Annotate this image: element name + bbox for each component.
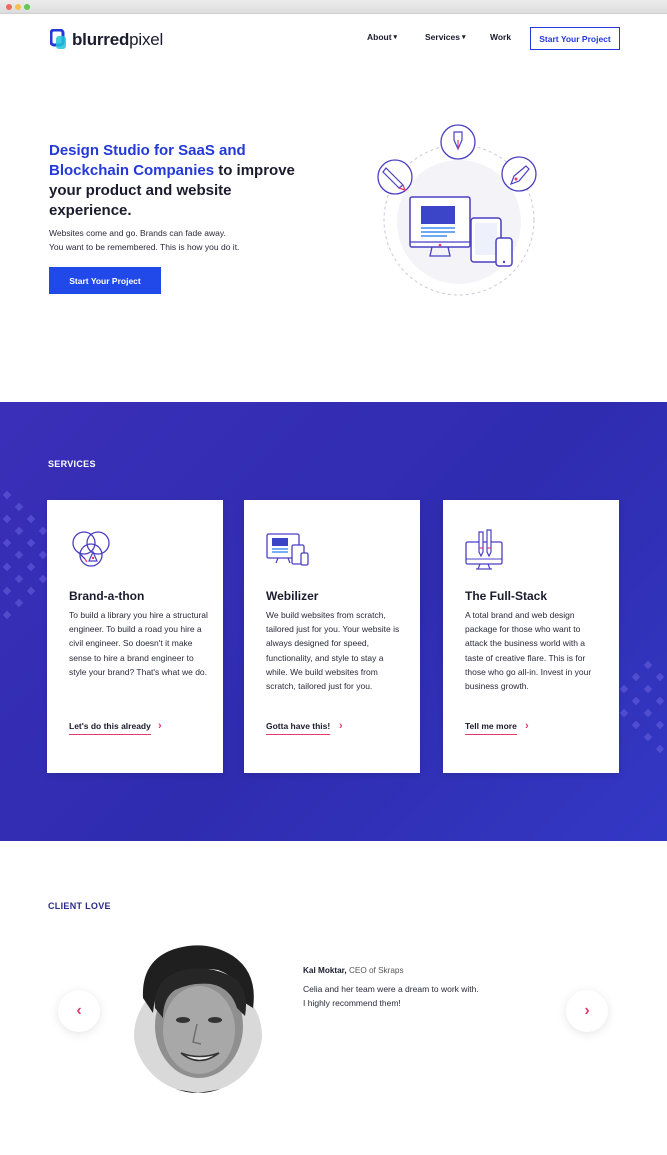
nav-work[interactable]: Work [490, 32, 511, 42]
chevron-right-icon: › [584, 1002, 590, 1019]
chevron-right-icon[interactable]: › [339, 721, 343, 732]
quote-line: Celia and her team were a dream to work … [303, 984, 479, 994]
card-description: To build a library you hire a structural… [69, 610, 208, 677]
card-title: Webilizer [266, 589, 319, 603]
service-card-brand-a-thon: Brand-a-thon To build a library you hire… [47, 500, 223, 773]
window-maximize-icon[interactable] [24, 4, 30, 10]
services-section: SERVICES Brand-a-thon To build a library… [0, 402, 667, 841]
nav-work-label: Work [490, 32, 512, 42]
card-link-full-stack[interactable]: Tell me more [465, 721, 517, 735]
hero-devices-illustration [377, 124, 537, 296]
venn-pencil-icon [72, 531, 110, 567]
logo-mark-icon [50, 29, 66, 49]
card-title: Brand-a-thon [69, 589, 145, 603]
devices-icon [266, 533, 309, 566]
hero-start-project-button[interactable]: Start Your Project [49, 267, 161, 294]
monitor-pencils-icon [465, 529, 503, 570]
hero-subtitle: Websites come and go. Brands can fade aw… [49, 227, 279, 254]
nav-about-label: About [367, 32, 392, 42]
testimonial-author: Kal Moktar, CEO of Skraps [303, 966, 404, 975]
chevron-down-icon: ▾ [461, 34, 466, 41]
client-avatar [133, 938, 263, 1093]
card-link-brand-a-thon[interactable]: Let's do this already [69, 721, 151, 735]
testimonial-prev-button[interactable]: ‹ [58, 990, 100, 1032]
browser-chrome [0, 0, 667, 14]
brand-name: blurredpixel [72, 30, 164, 49]
card-description: A total brand and web design package for… [465, 610, 592, 692]
card-title: The Full-Stack [465, 589, 548, 603]
hero-subtitle-line: Websites come and go. Brands can fade aw… [49, 228, 226, 238]
client-love-title: CLIENT LOVE [48, 901, 111, 911]
chevron-right-icon[interactable]: › [525, 721, 529, 732]
author-role: CEO of Skraps [346, 966, 404, 975]
brand-logo[interactable]: blurredpixel [50, 29, 163, 51]
nav-services-label: Services [425, 32, 460, 42]
service-card-webilizer: Webilizer We build websites from scratch… [244, 500, 420, 773]
card-link-webilizer[interactable]: Gotta have this! [266, 721, 331, 735]
quote-line: I highly recommend them! [303, 998, 401, 1008]
hero-subtitle-line: You want to be remembered. This is how y… [49, 241, 240, 252]
window-close-icon[interactable] [6, 4, 12, 10]
testimonial-quote: Celia and her team were a dream to work … [303, 982, 523, 1010]
author-name: Kal Moktar, [303, 966, 347, 975]
header-start-project-button[interactable]: Start Your Project [530, 27, 620, 50]
service-card-full-stack: The Full-Stack A total brand and web des… [443, 500, 619, 773]
testimonial-next-button[interactable]: › [566, 990, 608, 1032]
nav-about[interactable]: About ▾ [367, 32, 397, 42]
nav-services[interactable]: Services ▾ [425, 32, 466, 42]
chevron-left-icon: ‹ [76, 1002, 82, 1019]
card-description: We build websites from scratch, tailored… [266, 610, 400, 692]
chevron-down-icon: ▾ [393, 34, 398, 41]
services-title: SERVICES [48, 459, 96, 469]
diamond-pattern-right [619, 660, 665, 754]
hero-title: Design Studio for SaaS and Blockchain Co… [49, 141, 299, 221]
window-minimize-icon[interactable] [15, 4, 21, 10]
chevron-right-icon[interactable]: › [158, 721, 162, 732]
